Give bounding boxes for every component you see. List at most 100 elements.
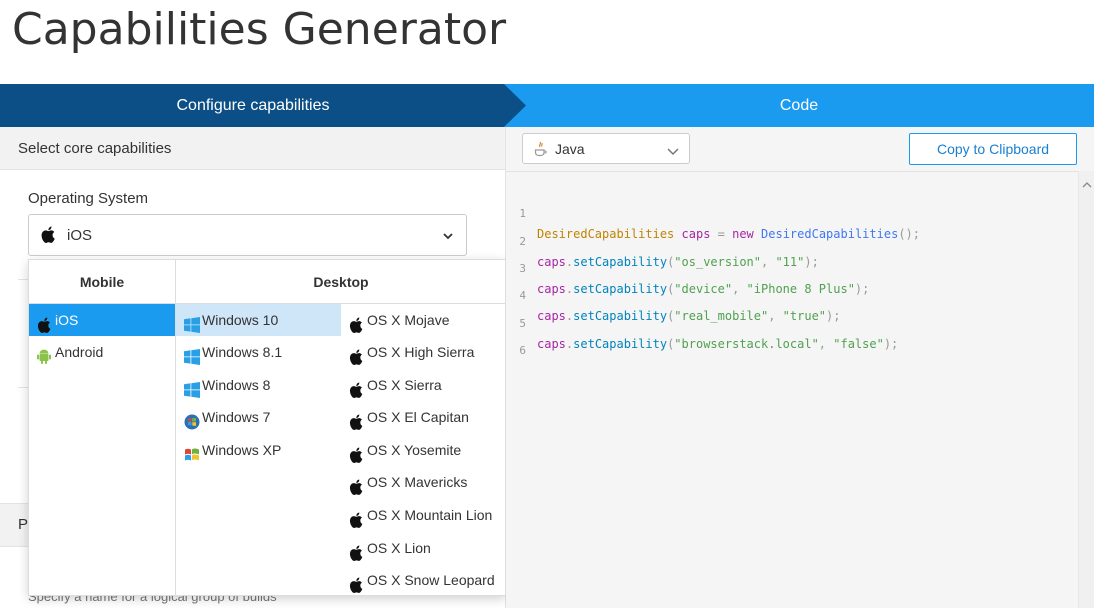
code-token: = bbox=[710, 227, 733, 241]
os-option-label: Windows 8.1 bbox=[202, 344, 283, 360]
code-token: ); bbox=[854, 282, 870, 296]
apple-icon bbox=[349, 312, 365, 333]
code-token: "11" bbox=[775, 255, 805, 269]
code-scrollbar[interactable] bbox=[1078, 171, 1094, 608]
apple-icon bbox=[349, 344, 365, 365]
windows-xp-icon bbox=[184, 442, 200, 461]
code-text: caps.setCapability("browserstack.local",… bbox=[537, 334, 898, 354]
os-option-osx-snow-leopard[interactable]: OS X Snow Leopard bbox=[341, 564, 506, 596]
desktop-column: Desktop Windows 10 Windows 8.1 Windows 8… bbox=[176, 260, 506, 595]
os-option-label: Windows 8 bbox=[202, 377, 271, 393]
os-option-osx-el-capitan[interactable]: OS X El Capitan bbox=[341, 401, 506, 433]
apple-icon bbox=[349, 377, 365, 398]
code-token: setCapability bbox=[573, 255, 668, 269]
os-option-osx-mountain-lion[interactable]: OS X Mountain Lion bbox=[341, 499, 506, 531]
code-panel: Java Copy to Clipboard 1 DesiredCapabili… bbox=[506, 127, 1094, 608]
step-code-label: Code bbox=[779, 97, 819, 114]
os-option-label: iOS bbox=[55, 312, 79, 328]
windows-icon bbox=[184, 344, 200, 365]
code-line: 3 caps.setCapability("device", "iPhone 8… bbox=[506, 239, 869, 296]
apple-icon bbox=[349, 409, 365, 430]
language-select[interactable]: Java bbox=[522, 133, 690, 164]
os-option-windows-10[interactable]: Windows 10 bbox=[176, 304, 341, 336]
code-line: 6 bbox=[506, 321, 549, 357]
code-token: , bbox=[768, 309, 783, 323]
os-option-android[interactable]: Android bbox=[29, 336, 175, 368]
os-option-windows-xp[interactable]: Windows XP bbox=[176, 434, 341, 466]
windows-icon bbox=[184, 377, 200, 398]
os-option-label: OS X High Sierra bbox=[367, 344, 475, 360]
java-icon bbox=[533, 141, 547, 162]
apple-icon bbox=[37, 312, 53, 333]
os-option-osx-sierra[interactable]: OS X Sierra bbox=[341, 369, 506, 401]
code-token: ); bbox=[804, 255, 819, 269]
code-token: caps bbox=[681, 227, 711, 241]
code-text: caps.setCapability("device", "iPhone 8 P… bbox=[537, 279, 869, 299]
code-token: "iPhone 8 Plus" bbox=[746, 282, 855, 296]
stepper: Code Configure capabilities bbox=[0, 84, 1094, 127]
os-option-osx-high-sierra[interactable]: OS X High Sierra bbox=[341, 336, 506, 368]
os-option-osx-yosemite[interactable]: OS X Yosemite bbox=[341, 434, 506, 466]
os-option-label: OS X Mojave bbox=[367, 312, 450, 328]
step-configure-label: Configure capabilities bbox=[176, 97, 330, 114]
code-token: "false" bbox=[833, 337, 884, 351]
code-token: setCapability bbox=[573, 282, 668, 296]
os-option-label: OS X Sierra bbox=[367, 377, 442, 393]
apple-icon bbox=[349, 442, 365, 463]
windows-7-icon bbox=[184, 409, 200, 430]
code-line: 5 caps.setCapability("browserstack.local… bbox=[506, 294, 898, 351]
os-option-osx-mavericks[interactable]: OS X Mavericks bbox=[341, 466, 506, 498]
os-option-windows-8[interactable]: Windows 8 bbox=[176, 369, 341, 401]
code-line: 4 caps.setCapability("real_mobile", "tru… bbox=[506, 266, 840, 323]
mobile-header: Mobile bbox=[29, 260, 175, 304]
mobile-column: Mobile iOS Android bbox=[29, 260, 176, 595]
code-text: caps.setCapability("os_version", "11"); bbox=[537, 252, 819, 272]
code-token: , bbox=[761, 255, 776, 269]
os-option-label: OS X Yosemite bbox=[367, 442, 462, 458]
os-option-osx-mojave[interactable]: OS X Mojave bbox=[341, 304, 506, 336]
code-token: "true" bbox=[782, 309, 827, 323]
page-title: Capabilities Generator bbox=[12, 4, 507, 55]
code-token: , bbox=[818, 337, 834, 351]
code-token: "browserstack.local" bbox=[674, 337, 819, 351]
code-token: ); bbox=[883, 337, 899, 351]
code-line: 1 DesiredCapabilities caps = new Desired… bbox=[506, 184, 920, 241]
os-option-label: OS X Lion bbox=[367, 540, 431, 556]
scroll-up-icon[interactable] bbox=[1082, 176, 1092, 194]
step-configure[interactable]: Configure capabilities bbox=[0, 84, 526, 127]
chevron-down-icon bbox=[667, 144, 679, 162]
apple-icon bbox=[349, 474, 365, 495]
code-token: "device" bbox=[674, 282, 733, 296]
code-token: , bbox=[732, 282, 747, 296]
apple-icon bbox=[349, 507, 365, 528]
code-text: DesiredCapabilities caps = new DesiredCa… bbox=[537, 224, 920, 244]
desktop-header: Desktop bbox=[176, 260, 506, 304]
code-token: setCapability bbox=[573, 309, 668, 323]
os-option-label: Windows 10 bbox=[202, 312, 279, 328]
os-option-label: OS X Mavericks bbox=[367, 474, 468, 490]
code-line: 2 caps.setCapability("os_version", "11")… bbox=[506, 212, 818, 269]
code-token: (); bbox=[898, 227, 920, 241]
code-text: caps.setCapability("real_mobile", "true"… bbox=[537, 306, 840, 326]
code-token: new bbox=[732, 227, 754, 241]
copy-to-clipboard-button[interactable]: Copy to Clipboard bbox=[909, 133, 1077, 165]
os-option-label: OS X El Capitan bbox=[367, 409, 469, 425]
os-option-ios[interactable]: iOS bbox=[29, 304, 175, 336]
os-option-osx-lion[interactable]: OS X Lion bbox=[341, 532, 506, 564]
code-token: DesiredCapabilities bbox=[761, 227, 899, 241]
os-option-windows-8-1[interactable]: Windows 8.1 bbox=[176, 336, 341, 368]
windows-icon bbox=[184, 312, 200, 333]
apple-icon bbox=[41, 226, 55, 248]
apple-icon bbox=[349, 540, 365, 561]
code-token: "os_version" bbox=[674, 255, 761, 269]
os-select[interactable]: iOS bbox=[28, 214, 467, 256]
os-option-windows-7[interactable]: Windows 7 bbox=[176, 401, 341, 433]
section-header: Select core capabilities bbox=[0, 127, 505, 170]
apple-icon bbox=[349, 572, 365, 593]
android-icon bbox=[37, 344, 53, 364]
os-select-value: iOS bbox=[67, 227, 93, 244]
os-option-label: OS X Snow Leopard bbox=[367, 572, 495, 588]
line-number: 6 bbox=[519, 344, 526, 357]
code-editor[interactable]: 1 DesiredCapabilities caps = new Desired… bbox=[506, 171, 1094, 608]
os-dropdown-menu: Mobile iOS Android Desktop Windows 10 Wi… bbox=[28, 259, 506, 596]
